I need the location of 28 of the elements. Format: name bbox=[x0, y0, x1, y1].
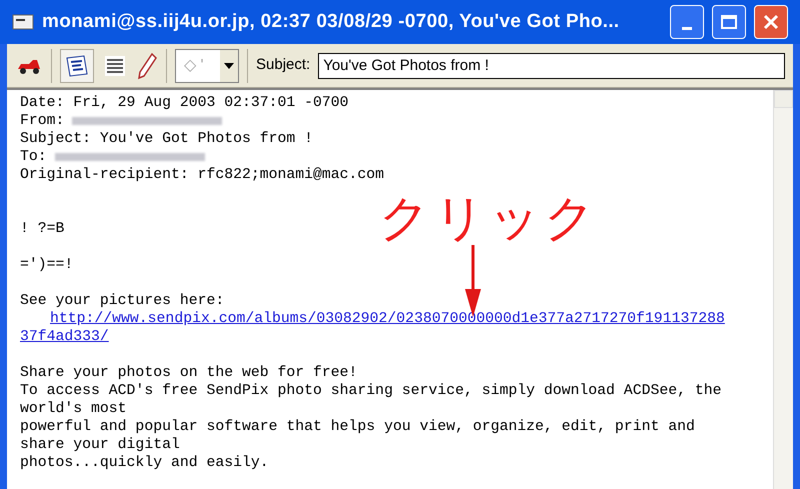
message-line: Share your photos on the web for free! bbox=[20, 364, 358, 382]
annotation-text: クリック bbox=[379, 189, 599, 248]
message-line: To access ACD's free SendPix photo sharing service, simply download ACDSee, the bbox=[20, 382, 722, 400]
message-line: Original-recipient: rfc822;monami@mac.com bbox=[20, 166, 384, 184]
message-line: =')==! bbox=[20, 256, 74, 274]
message-line: share your digital bbox=[20, 436, 180, 454]
subject-field[interactable]: You've Got Photos from ! bbox=[318, 52, 785, 78]
message-line: See your pictures here: bbox=[20, 292, 224, 310]
header-label: From: bbox=[20, 112, 64, 130]
pencil-icon[interactable] bbox=[136, 52, 158, 80]
message-line: world's most bbox=[20, 400, 127, 418]
message-line: ! ?=B bbox=[20, 220, 64, 238]
stamp-button[interactable] bbox=[60, 48, 94, 82]
maximize-button[interactable] bbox=[712, 5, 746, 39]
subject-label: Subject: bbox=[256, 55, 310, 76]
window-title: monami@ss.iij4u.or.jp, 02:37 03/08/29 -0700, You've Got Pho... bbox=[42, 10, 620, 34]
message-line: photos...quickly and easily. bbox=[20, 454, 269, 472]
link[interactable]: http://www.sendpix.com/albums/03082902/0238070000000d1e377a2717270f191137288 bbox=[50, 310, 725, 328]
minimize-button[interactable] bbox=[670, 5, 704, 39]
message-line: Subject: You've Got Photos from ! bbox=[20, 130, 314, 148]
link[interactable]: 37f4ad333/ bbox=[20, 328, 109, 346]
scrollbar[interactable] bbox=[773, 90, 793, 489]
message-line: Date: Fri, 29 Aug 2003 02:37:01 -0700 bbox=[20, 94, 349, 112]
message-line: powerful and popular software that helps you view, organize, edit, print and bbox=[20, 418, 695, 436]
close-button[interactable] bbox=[754, 5, 788, 39]
envelope-icon bbox=[12, 14, 34, 30]
header-label: To: bbox=[20, 148, 47, 166]
close-icon bbox=[763, 14, 779, 30]
